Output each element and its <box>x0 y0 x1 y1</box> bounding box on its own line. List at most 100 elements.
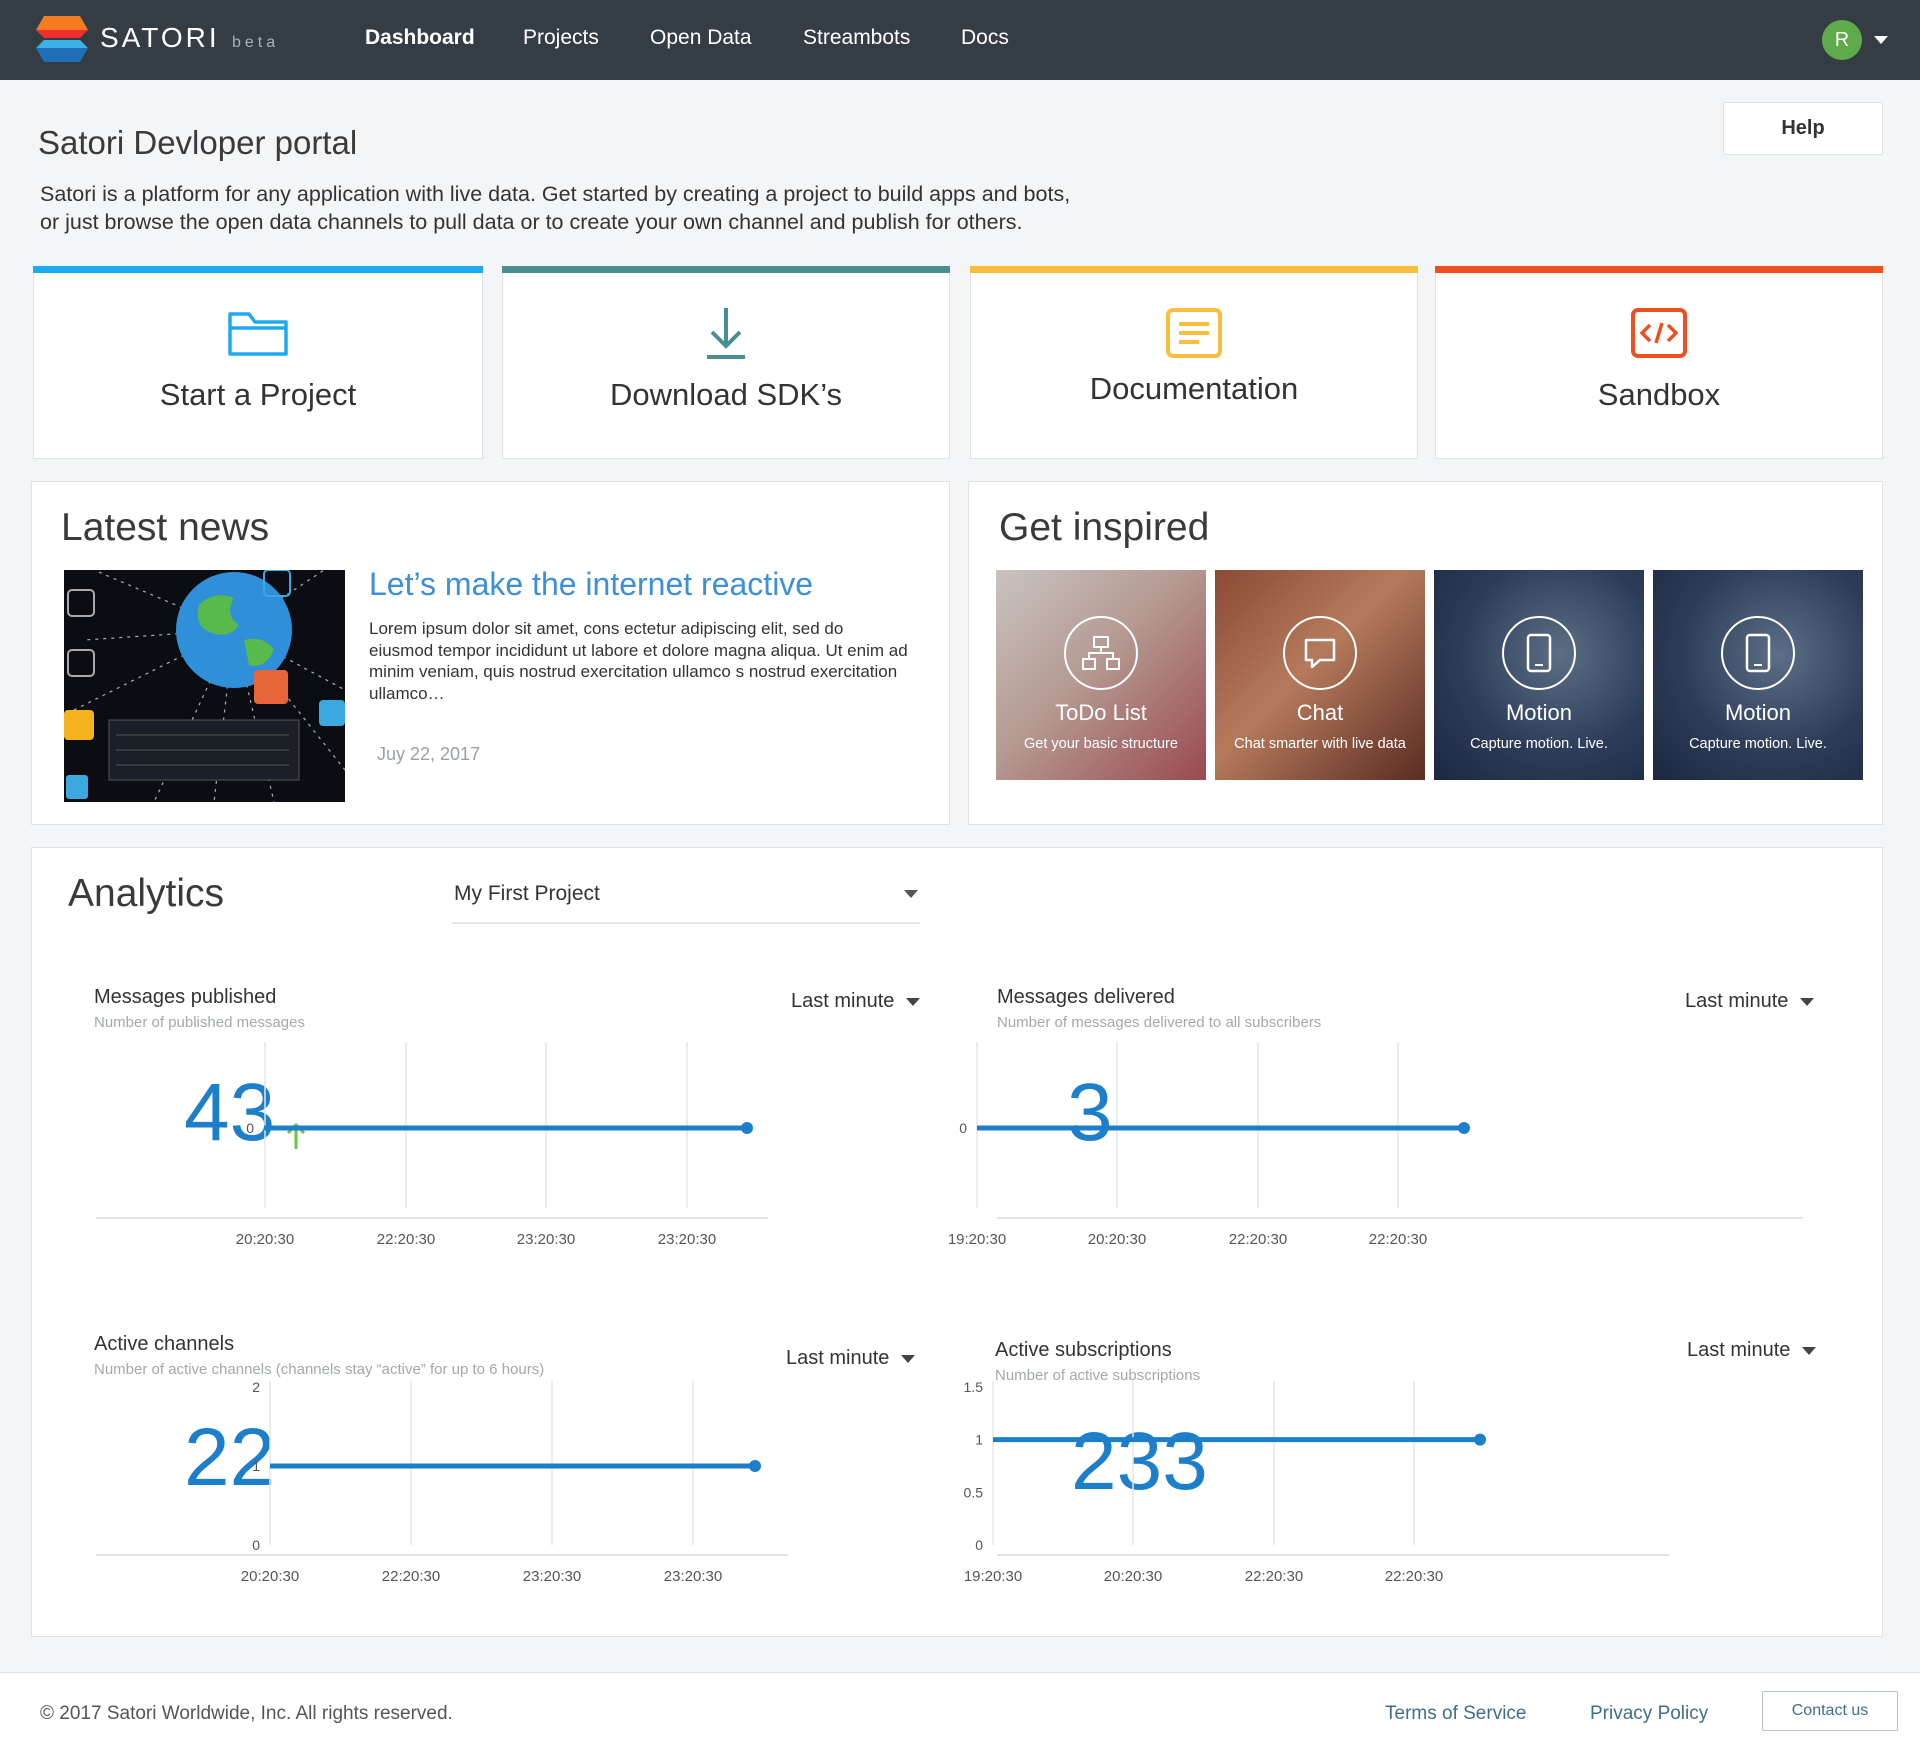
chart-y-tick-label: 2 <box>252 1379 260 1395</box>
chevron-down-icon <box>904 890 918 898</box>
chart-data-point <box>741 1122 753 1134</box>
top-navigation-bar: SATORI beta Dashboard Projects Open Data… <box>0 0 1920 80</box>
metric-chart: 0 19:20:30 20:20:30 22:20:30 22:20:30 <box>948 1042 1803 1248</box>
download-icon <box>694 305 758 361</box>
chart-x-tick-label: 20:20:30 <box>241 1568 299 1585</box>
chart-data-point <box>1458 1122 1470 1134</box>
chart-y-tick-label: 0 <box>246 1120 254 1136</box>
chart-x-tick-label: 22:20:30 <box>382 1568 440 1585</box>
phone-icon <box>1721 616 1795 690</box>
brand-name[interactable]: SATORI <box>100 22 220 54</box>
intro-text: Satori is a platform for any application… <box>40 180 1200 236</box>
chart-x-tick-label: 22:20:30 <box>1369 1231 1427 1248</box>
time-range-label: Last minute <box>1687 1339 1791 1361</box>
metric-subtitle: Number of messages delivered to all subs… <box>997 1014 1322 1031</box>
folder-icon <box>226 305 290 361</box>
analytics-title: Analytics <box>68 872 225 915</box>
chart-x-tick-label: 22:20:30 <box>1385 1568 1443 1585</box>
card-accent-stripe <box>33 266 483 273</box>
metric-active-channels: Active channels Number of active channel… <box>94 1333 956 1585</box>
card-label: Sandbox <box>1597 377 1721 412</box>
tile-name: Motion <box>1724 700 1792 725</box>
chart-y-tick-label: 1.5 <box>964 1379 984 1395</box>
news-image[interactable] <box>64 570 345 802</box>
chevron-down-icon <box>906 997 921 1006</box>
chart-y-tick-label: 0 <box>252 1537 260 1553</box>
help-button[interactable]: Help <box>1723 102 1883 155</box>
chat-tile[interactable]: Chat Chat smarter with live data <box>1215 570 1425 780</box>
chart-x-tick-label: 20:20:30 <box>236 1231 294 1248</box>
project-select[interactable]: My First Project <box>452 878 920 924</box>
time-range-label: Last minute <box>1685 990 1789 1012</box>
tile-subtitle: Capture motion. Live. <box>1470 736 1608 752</box>
chart-y-tick-label: 1 <box>252 1458 260 1474</box>
news-headline-link[interactable]: Let’s make the internet reactive <box>369 566 813 603</box>
copyright-text: © 2017 Satori Worldwide, Inc. All rights… <box>40 1703 453 1724</box>
time-range-select[interactable]: Last minute <box>791 990 921 1013</box>
terms-of-service-link[interactable]: Terms of Service <box>1385 1703 1526 1725</box>
sandbox-card[interactable]: Sandbox <box>1435 266 1883 459</box>
chart-x-tick-label: 23:20:30 <box>658 1231 716 1248</box>
page-title: Satori Devloper portal <box>38 124 358 161</box>
sitemap-icon <box>1064 616 1138 690</box>
card-accent-stripe <box>1435 266 1883 273</box>
metric-chart: 1.5 1 0.5 0 19:20:30 20:20:30 22:20:30 22:20:30 <box>964 1379 1669 1585</box>
chevron-down-icon <box>901 1354 916 1363</box>
chart-x-tick-label: 22:20:30 <box>1245 1568 1303 1585</box>
get-inspired-panel: Get inspired ToDo List Get your basic st… <box>968 481 1883 825</box>
chevron-down-icon <box>1802 1346 1817 1355</box>
chart-data-point <box>749 1460 761 1472</box>
intro-line: Satori is a platform for any application… <box>40 182 1071 206</box>
metric-title: Messages delivered <box>997 986 1175 1008</box>
nav-projects[interactable]: Projects <box>523 26 599 50</box>
user-avatar[interactable]: R <box>1822 20 1862 60</box>
chat-icon <box>1283 616 1357 690</box>
download-sdk-card[interactable]: Download SDK’s <box>502 266 950 459</box>
code-icon <box>1627 305 1691 361</box>
news-body: Lorem ipsum dolor sit amet, cons ectetur… <box>369 619 908 703</box>
card-label: Start a Project <box>159 377 357 412</box>
chart-x-tick-label: 19:20:30 <box>964 1568 1022 1585</box>
tile-subtitle: Get your basic structure <box>1024 736 1178 752</box>
satori-logo-icon[interactable] <box>36 16 88 62</box>
nav-open-data[interactable]: Open Data <box>650 26 752 50</box>
chevron-down-icon <box>1800 997 1815 1006</box>
tile-name: Motion <box>1505 700 1573 725</box>
tile-name: ToDo List <box>1055 700 1147 725</box>
contact-us-button[interactable]: Contact us <box>1762 1691 1898 1731</box>
motion-tile[interactable]: Motion Capture motion. Live. <box>1434 570 1644 780</box>
nav-dashboard[interactable]: Dashboard <box>365 26 475 50</box>
time-range-select[interactable]: Last minute <box>786 1347 916 1370</box>
nav-docs[interactable]: Docs <box>961 26 1009 50</box>
brand-beta-tag: beta <box>232 34 280 51</box>
chart-y-tick-label: 0 <box>959 1120 967 1136</box>
chart-x-tick-label: 20:20:30 <box>1088 1231 1146 1248</box>
card-accent-stripe <box>502 266 950 273</box>
metric-subtitle: Number of published messages <box>94 1014 305 1031</box>
chart-data-point <box>1474 1433 1486 1446</box>
time-range-select[interactable]: Last minute <box>1687 1339 1817 1362</box>
metric-active-subscriptions: Active subscriptions Number of active su… <box>964 1339 1857 1589</box>
chart-x-tick-label: 22:20:30 <box>1229 1231 1287 1248</box>
motion-tile[interactable]: Motion Capture motion. Live. <box>1653 570 1863 780</box>
chart-x-tick-label: 23:20:30 <box>523 1568 581 1585</box>
inspired-title: Get inspired <box>999 506 1210 549</box>
documentation-card[interactable]: Documentation <box>970 266 1418 459</box>
privacy-policy-link[interactable]: Privacy Policy <box>1590 1703 1708 1725</box>
chevron-down-icon[interactable] <box>1874 36 1888 44</box>
todo-list-tile[interactable]: ToDo List Get your basic structure <box>996 570 1206 780</box>
news-date: Juy 22, 2017 <box>377 744 481 764</box>
intro-line: or just browse the open data channels to… <box>40 210 1023 234</box>
tile-subtitle: Capture motion. Live. <box>1689 736 1827 752</box>
time-range-select[interactable]: Last minute <box>1685 990 1815 1013</box>
time-range-label: Last minute <box>791 990 895 1012</box>
card-label: Documentation <box>1089 371 1299 406</box>
start-project-card[interactable]: Start a Project <box>33 266 483 459</box>
chart-x-tick-label: 20:20:30 <box>1104 1568 1162 1585</box>
nav-streambots[interactable]: Streambots <box>803 26 910 50</box>
tile-name: Chat <box>1296 700 1344 725</box>
metric-chart: 0 20:20:30 22:20:30 23:20:30 23:20:30 <box>96 1042 768 1248</box>
chart-y-tick-label: 0.5 <box>964 1484 984 1500</box>
card-accent-stripe <box>970 266 1418 273</box>
news-title: Latest news <box>61 506 270 549</box>
